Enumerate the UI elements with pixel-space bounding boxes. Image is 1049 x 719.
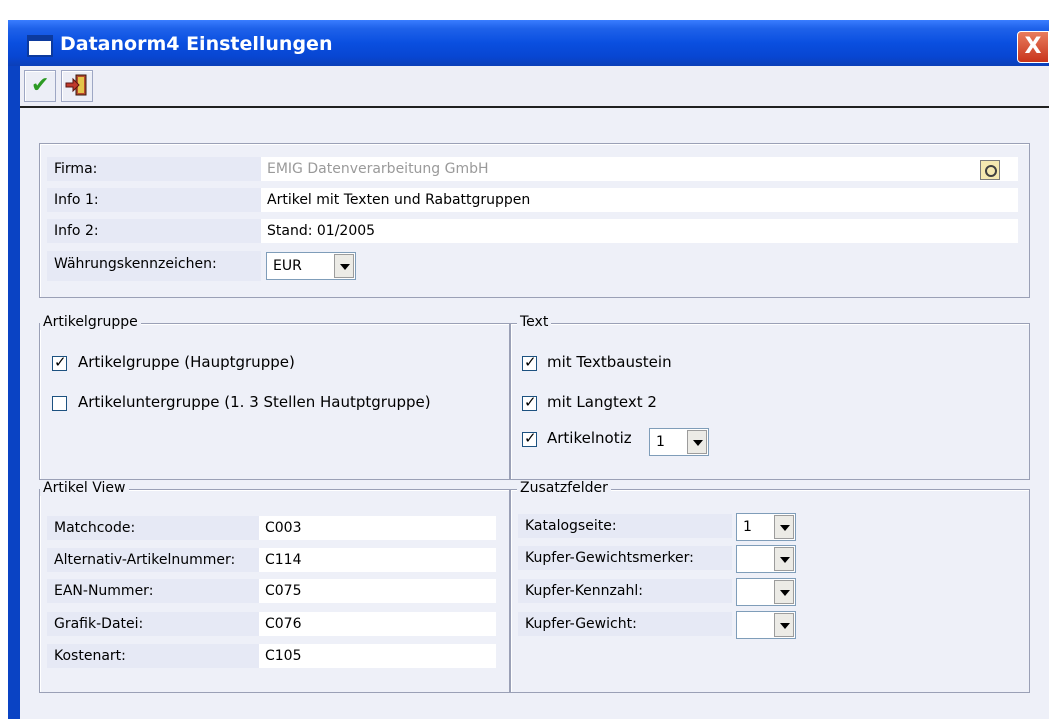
kupfer-gewichtsmerker-select[interactable] [736, 545, 796, 573]
artikelnotiz-select-value: 1 [656, 434, 665, 450]
artikelgruppe-hauptgruppe-label[interactable]: Artikelgruppe (Hauptgruppe) [78, 353, 295, 371]
exit-door-icon [65, 74, 87, 96]
info1-label: Info 1: [47, 188, 261, 212]
ean-nummer-field[interactable]: C075 [259, 579, 496, 603]
currency-label: Währungskennzeichen: [47, 251, 261, 281]
app-window-icon [27, 35, 53, 57]
info2-field[interactable]: Stand: 01/2005 [261, 219, 1018, 243]
mit-langtext2-checkbox[interactable] [522, 393, 537, 411]
artikeluntergruppe-label[interactable]: Artikeluntergruppe (1. 3 Stellen Hautptg… [78, 393, 431, 411]
chevron-down-icon[interactable] [687, 430, 707, 454]
chevron-down-icon[interactable] [334, 254, 354, 278]
toolbar [20, 66, 1049, 108]
firma-field: EMIG Datenverarbeitung GmbH [261, 157, 1018, 181]
kupfer-gewicht-label: Kupfer-Gewicht: [518, 612, 732, 636]
artikelnotiz-select[interactable]: 1 [649, 428, 709, 456]
alternativ-artikelnummer-field[interactable]: C114 [259, 548, 496, 572]
chevron-down-icon[interactable] [774, 580, 794, 604]
artikelgruppe-hauptgruppe-checkbox[interactable] [52, 353, 67, 371]
grafik-datei-field[interactable]: C076 [259, 612, 496, 636]
checkmark-icon: ✔ [31, 73, 50, 98]
window-frame-left [8, 66, 20, 719]
chevron-down-icon[interactable] [774, 613, 794, 637]
kupfer-gewichtsmerker-label: Kupfer-Gewichtsmerker: [518, 546, 732, 570]
mit-langtext2-label[interactable]: mit Langtext 2 [547, 393, 657, 411]
mit-textbaustein-checkbox[interactable] [522, 353, 537, 371]
kostenart-field[interactable]: C105 [259, 644, 496, 668]
kupfer-kennzahl-select[interactable] [736, 578, 796, 606]
ean-nummer-label: EAN-Nummer: [47, 579, 259, 603]
currency-select-value: EUR [273, 258, 302, 274]
info1-field[interactable]: Artikel mit Texten und Rabattgruppen [261, 188, 1018, 212]
close-button[interactable]: X [1017, 31, 1049, 63]
ok-button[interactable]: ✔ [24, 70, 56, 102]
chevron-down-icon[interactable] [774, 547, 794, 571]
zusatzfelder-legend: Zusatzfelder [517, 480, 611, 496]
matchcode-field[interactable]: C003 [259, 516, 496, 540]
artikel-view-legend: Artikel View [40, 480, 129, 496]
artikelnotiz-label[interactable]: Artikelnotiz [547, 429, 632, 447]
kupfer-gewicht-select[interactable] [736, 611, 796, 639]
artikelnotiz-checkbox[interactable] [522, 429, 537, 447]
katalogseite-select[interactable]: 1 [736, 513, 796, 541]
katalogseite-select-value: 1 [743, 519, 752, 535]
mit-textbaustein-label[interactable]: mit Textbaustein [547, 353, 672, 371]
artikelgruppe-legend: Artikelgruppe [40, 314, 141, 330]
grafik-datei-label: Grafik-Datei: [47, 612, 259, 636]
artikeluntergruppe-checkbox[interactable] [52, 396, 67, 411]
window-title: Datanorm4 Einstellungen [60, 33, 333, 55]
firma-label: Firma: [47, 157, 261, 181]
info2-label: Info 2: [47, 219, 261, 243]
kostenart-label: Kostenart: [47, 644, 259, 668]
alternativ-artikelnummer-label: Alternativ-Artikelnummer: [47, 548, 259, 572]
katalogseite-label: Katalogseite: [518, 514, 732, 538]
firma-lookup-icon[interactable] [980, 160, 1000, 180]
text-legend: Text [517, 314, 552, 330]
matchcode-label: Matchcode: [47, 516, 259, 540]
desktop-background [0, 0, 1049, 20]
kupfer-kennzahl-label: Kupfer-Kennzahl: [518, 579, 732, 603]
currency-select[interactable]: EUR [266, 252, 356, 280]
exit-button[interactable] [61, 70, 93, 102]
chevron-down-icon[interactable] [774, 515, 794, 539]
